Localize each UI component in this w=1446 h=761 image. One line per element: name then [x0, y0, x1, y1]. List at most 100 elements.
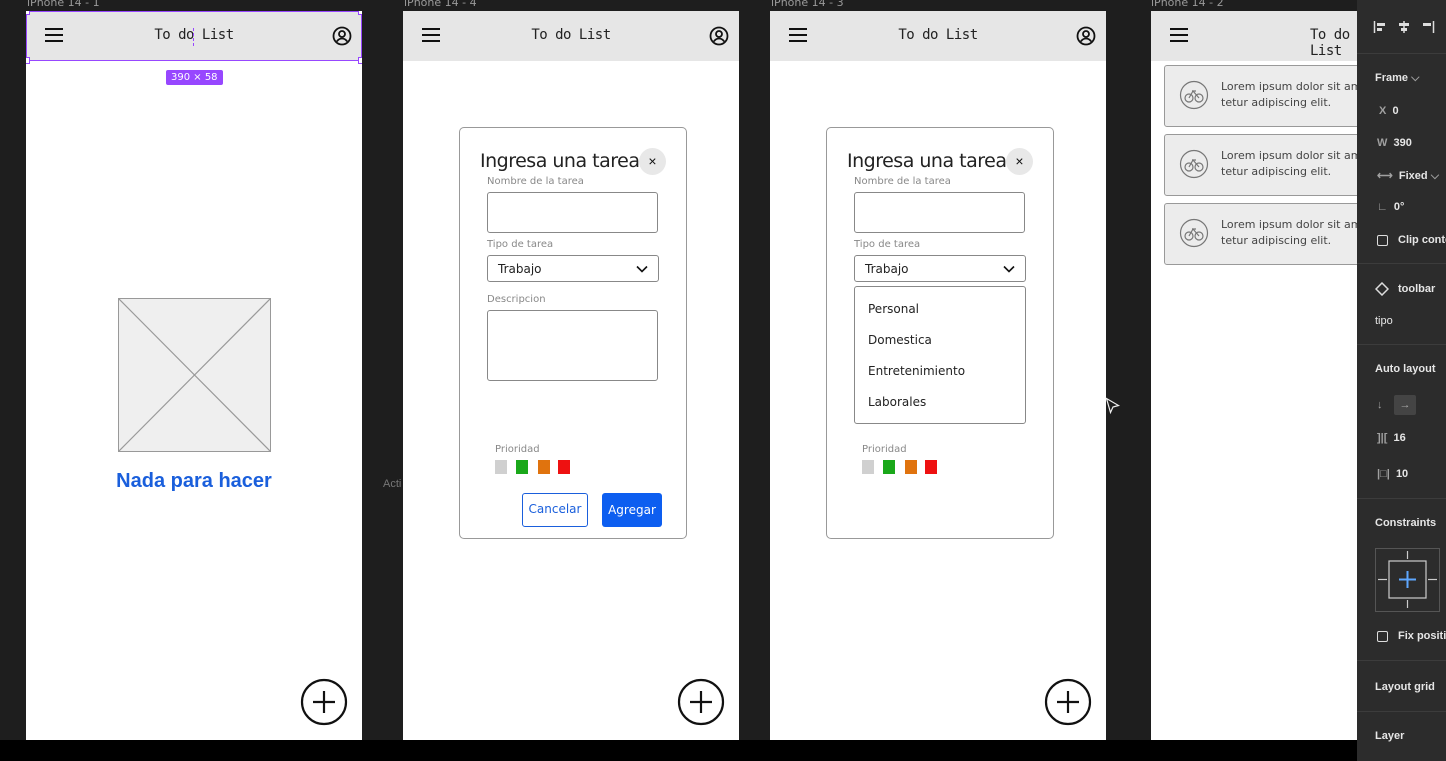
width-field[interactable]: W 390: [1377, 137, 1412, 149]
horizontal-direction-icon[interactable]: →: [1394, 395, 1416, 415]
chevron-down-icon: [636, 265, 648, 273]
image-placeholder-icon: [118, 298, 271, 452]
task-type-dropdown[interactable]: Personal Domestica Entretenimiento Labor…: [854, 286, 1026, 424]
panel-divider: [1357, 53, 1446, 54]
auto-layout-label: Auto layout: [1375, 363, 1436, 375]
mouse-cursor-icon: [1105, 397, 1121, 415]
app-toolbar[interactable]: To do List: [1151, 11, 1357, 61]
canvas-side-label: Acti: [383, 478, 402, 490]
frame-label-4[interactable]: iPhone 14 - 4: [404, 0, 477, 9]
padding-field[interactable]: |□| 10: [1377, 468, 1408, 480]
component-name[interactable]: toolbar: [1398, 283, 1435, 295]
priority-swatch-gray[interactable]: [862, 460, 874, 474]
x-field[interactable]: X 0: [1379, 105, 1399, 117]
close-icon[interactable]: ×: [639, 148, 666, 175]
add-task-icon[interactable]: [1044, 678, 1092, 726]
priority-label: Prioridad: [862, 444, 907, 455]
bicycle-icon: [1179, 149, 1209, 179]
fix-position-label: Fix positi: [1398, 630, 1446, 642]
priority-swatch-red[interactable]: [925, 460, 937, 474]
add-task-icon[interactable]: [677, 678, 725, 726]
cancel-button[interactable]: Cancelar: [522, 493, 588, 527]
close-icon[interactable]: ×: [1006, 148, 1033, 175]
user-icon[interactable]: [1076, 26, 1096, 46]
task-card[interactable]: Lorem ipsum dolor sit ame tetur adipiscin…: [1164, 203, 1357, 265]
dropdown-option[interactable]: Laborales: [868, 395, 926, 409]
task-card-text: Lorem ipsum dolor sit ame tetur adipiscin…: [1221, 80, 1357, 109]
selection-outline[interactable]: [26, 11, 362, 61]
priority-swatch-orange[interactable]: [905, 460, 917, 474]
frame-section-label[interactable]: Frame ⌵: [1375, 72, 1419, 85]
app-toolbar[interactable]: To do List: [770, 11, 1106, 61]
user-icon[interactable]: [709, 26, 729, 46]
dropdown-option[interactable]: Personal: [868, 302, 919, 316]
description-textarea[interactable]: [487, 310, 658, 381]
constraints-label: Constraints: [1375, 517, 1437, 529]
menu-icon[interactable]: [1170, 28, 1188, 42]
align-left-icon[interactable]: [1373, 20, 1387, 34]
constraints-widget-icon[interactable]: [1375, 548, 1441, 612]
panel-divider: [1357, 498, 1446, 499]
task-type-value: Trabajo: [865, 262, 909, 276]
add-task-modal[interactable]: Ingresa una tarea × Nombre de la tarea T…: [459, 127, 687, 539]
size-badge: 390 × 58: [166, 70, 223, 85]
phone-frame-add-task[interactable]: To do List Ingresa una tarea × Nombre de…: [403, 11, 739, 740]
priority-swatch-orange[interactable]: [538, 460, 550, 474]
clip-content-checkbox[interactable]: [1377, 235, 1388, 246]
text-cursor: [193, 28, 194, 46]
task-card-text: Lorem ipsum dolor sit ame tetur adipiscin…: [1221, 218, 1357, 247]
frame-label-1[interactable]: iPhone 14 - 1: [27, 0, 100, 9]
component-variant[interactable]: tipo: [1375, 315, 1393, 327]
chevron-down-icon: [1003, 265, 1015, 273]
align-center-icon[interactable]: [1397, 20, 1411, 34]
task-name-label: Nombre de la tarea: [487, 176, 584, 187]
empty-state-text: Nada para hacer: [116, 470, 272, 492]
task-name-label: Nombre de la tarea: [854, 176, 951, 187]
task-card-text: Lorem ipsum dolor sit ame tetur adipiscin…: [1221, 149, 1357, 178]
priority-swatch-green[interactable]: [883, 460, 895, 474]
layer-label[interactable]: Layer: [1375, 730, 1404, 742]
resize-handle-top-left[interactable]: [26, 11, 30, 15]
phone-frame-empty-state[interactable]: To do List 390 × 58 Nada para hacer: [26, 11, 362, 740]
resize-handle-bottom-left[interactable]: [26, 57, 30, 64]
width-mode-select[interactable]: ⟷ Fixed ⌵: [1377, 169, 1439, 183]
task-type-select[interactable]: Trabajo: [854, 255, 1026, 282]
dropdown-option[interactable]: Entretenimiento: [868, 364, 965, 378]
design-canvas[interactable]: iPhone 14 - 1 iPhone 14 - 4 iPhone 14 - …: [0, 0, 1446, 761]
resize-handle-bottom-right[interactable]: [358, 57, 362, 64]
task-type-value: Trabajo: [498, 262, 542, 276]
panel-divider: [1357, 711, 1446, 712]
task-card[interactable]: Lorem ipsum dolor sit ame tetur adipiscin…: [1164, 134, 1357, 196]
fix-position-checkbox[interactable]: [1377, 631, 1388, 642]
priority-swatch-green[interactable]: [516, 460, 528, 474]
frame-label-3[interactable]: iPhone 14 - 3: [771, 0, 844, 9]
task-name-input[interactable]: [854, 192, 1025, 233]
priority-label: Prioridad: [495, 444, 540, 455]
resize-handle-top-right[interactable]: [358, 11, 362, 15]
add-button[interactable]: Agregar: [602, 493, 662, 527]
frame-label-2[interactable]: iPhone 14 - 2: [1151, 0, 1224, 9]
dropdown-option[interactable]: Domestica: [868, 333, 932, 347]
add-task-icon[interactable]: [300, 678, 348, 726]
align-right-icon[interactable]: [1421, 20, 1435, 34]
modal-title: Ingresa una tarea: [480, 150, 640, 172]
phone-frame-type-dropdown[interactable]: To do List Ingresa una tarea × Nombre de…: [770, 11, 1106, 740]
task-card[interactable]: Lorem ipsum dolor sit ame tetur adipiscin…: [1164, 65, 1357, 127]
priority-swatch-red[interactable]: [558, 460, 570, 474]
phone-frame-task-list[interactable]: To do List Lorem ipsum dolor sit ame tetu…: [1151, 11, 1357, 740]
bottom-bar: [0, 740, 1357, 761]
item-spacing-field[interactable]: ]|[ 16: [1377, 432, 1406, 444]
app-title: To do List: [531, 27, 611, 43]
add-task-modal[interactable]: Ingresa una tarea × Nombre de la tarea T…: [826, 127, 1054, 539]
priority-swatch-gray[interactable]: [495, 460, 507, 474]
vertical-direction-icon[interactable]: ↓: [1377, 399, 1383, 411]
task-name-input[interactable]: [487, 192, 658, 233]
layout-grid-label[interactable]: Layout grid: [1375, 681, 1435, 693]
task-type-select[interactable]: Trabajo: [487, 255, 659, 282]
app-toolbar[interactable]: To do List: [403, 11, 739, 61]
component-instance-icon: [1375, 282, 1389, 296]
panel-divider: [1357, 263, 1446, 264]
panel-divider: [1357, 344, 1446, 345]
rotation-field[interactable]: ∟ 0°: [1377, 201, 1404, 213]
properties-panel[interactable]: Frame ⌵ X 0 W 390 ⟷ Fixed ⌵ ∟ 0° Clip co…: [1357, 0, 1446, 761]
